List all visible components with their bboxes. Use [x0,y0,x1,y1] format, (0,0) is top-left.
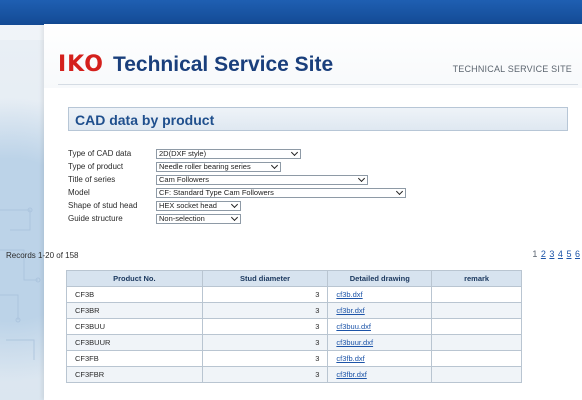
select-value: Needle roller bearing series [159,162,251,171]
page-link-current[interactable]: 1 [532,249,537,259]
chevron-down-icon [396,189,404,197]
remark-cell [431,286,522,303]
page-link[interactable]: 2 [541,249,546,259]
drawing-link[interactable]: cf3buu.dxf [327,318,433,335]
product-cell: CF3BUU [66,318,203,335]
page-link[interactable]: 4 [558,249,563,259]
pagination: 1 2 3 4 5 6 [531,249,580,259]
table-row: CF3BR 3 cf3br.dxf [66,302,522,319]
remark-cell [431,302,522,319]
page-link[interactable]: 6 [575,249,580,259]
drawing-link[interactable]: cf3br.dxf [327,302,433,319]
drawing-link[interactable]: cf3buur.dxf [327,334,433,351]
product-cell: CF3B [66,286,203,303]
stud-diameter-cell: 3 [201,334,329,351]
table-row: CF3BUUR 3 cf3buur.dxf [66,334,522,351]
header-tagline: TECHNICAL SERVICE SITE [452,64,572,74]
select-value: HEX socket head [159,201,217,210]
stud-diameter-cell: 3 [201,286,329,303]
chevron-down-icon [271,163,279,171]
chevron-down-icon [231,202,239,210]
iko-logo[interactable]: IKO Technical Service Site [58,54,333,76]
column-header-product[interactable]: Product No. [66,270,203,287]
stud-diameter-cell: 3 [201,350,329,367]
column-header-stud-diameter[interactable]: Stud diameter [201,270,329,287]
select-value: Non-selection [159,214,205,223]
logo-mark: IKO [58,52,104,77]
drawing-link[interactable]: cf3fbr.dxf [327,366,433,383]
guide-structure-select[interactable]: Non-selection [156,213,241,224]
table-row: CF3FB 3 cf3fb.dxf [66,350,522,367]
model-select[interactable]: CF: Standard Type Cam Followers [156,187,406,198]
table-row: CF3B 3 cf3b.dxf [66,286,522,303]
section-header: CAD data by product [68,107,568,131]
field-title-of-series: Title of series Cam Followers [68,174,368,185]
header-divider [58,84,578,85]
select-value: CF: Standard Type Cam Followers [159,188,274,197]
remark-cell [431,318,522,335]
top-bar [0,0,582,25]
table-header-row: Product No. Stud diameter Detailed drawi… [66,270,522,287]
field-guide-structure: Guide structure Non-selection [68,213,241,224]
page: IKO Technical Service Site TECHNICAL SER… [0,0,582,400]
product-cell: CF3FBR [66,366,203,383]
field-label: Shape of stud head [68,201,138,210]
product-cell: CF3FB [66,350,203,367]
records-count: Records 1-20 of 158 [6,251,79,260]
field-shape-of-stud-head: Shape of stud head HEX socket head [68,200,241,211]
remark-cell [431,334,522,351]
field-type-of-product: Type of product Needle roller bearing se… [68,161,281,172]
field-label: Model [68,188,90,197]
column-header-remark[interactable]: remark [431,270,522,287]
select-value: Cam Followers [159,175,210,184]
drawing-link[interactable]: cf3fb.dxf [327,350,433,367]
field-label: Type of product [68,162,124,171]
field-label: Title of series [68,175,116,184]
decorative-background [0,40,44,400]
field-model: Model CF: Standard Type Cam Followers [68,187,406,198]
page-link[interactable]: 5 [566,249,571,259]
field-type-of-cad-data: Type of CAD data 2D(DXF style) [68,148,301,159]
product-cell: CF3BR [66,302,203,319]
field-label: Type of CAD data [68,149,132,158]
site-title: Technical Service Site [112,53,334,76]
chevron-down-icon [231,215,239,223]
stud-diameter-cell: 3 [201,318,329,335]
page-link[interactable]: 3 [549,249,554,259]
remark-cell [431,366,522,383]
field-label: Guide structure [68,214,123,223]
remark-cell [431,350,522,367]
section-title: CAD data by product [75,112,215,128]
select-value: 2D(DXF style) [159,149,207,158]
site-header: IKO Technical Service Site TECHNICAL SER… [44,24,582,88]
results-table: Product No. Stud diameter Detailed drawi… [66,270,522,383]
table-row: CF3BUU 3 cf3buu.dxf [66,318,522,335]
stud-diameter-cell: 3 [201,302,329,319]
chevron-down-icon [358,176,366,184]
series-title-select[interactable]: Cam Followers [156,174,368,185]
table-row: CF3FBR 3 cf3fbr.dxf [66,366,522,383]
product-type-select[interactable]: Needle roller bearing series [156,161,281,172]
drawing-link[interactable]: cf3b.dxf [327,286,433,303]
stud-head-shape-select[interactable]: HEX socket head [156,200,241,211]
column-header-detailed-drawing[interactable]: Detailed drawing [327,270,433,287]
cad-data-type-select[interactable]: 2D(DXF style) [156,148,301,159]
chevron-down-icon [291,150,299,158]
stud-diameter-cell: 3 [201,366,329,383]
product-cell: CF3BUUR [66,334,203,351]
